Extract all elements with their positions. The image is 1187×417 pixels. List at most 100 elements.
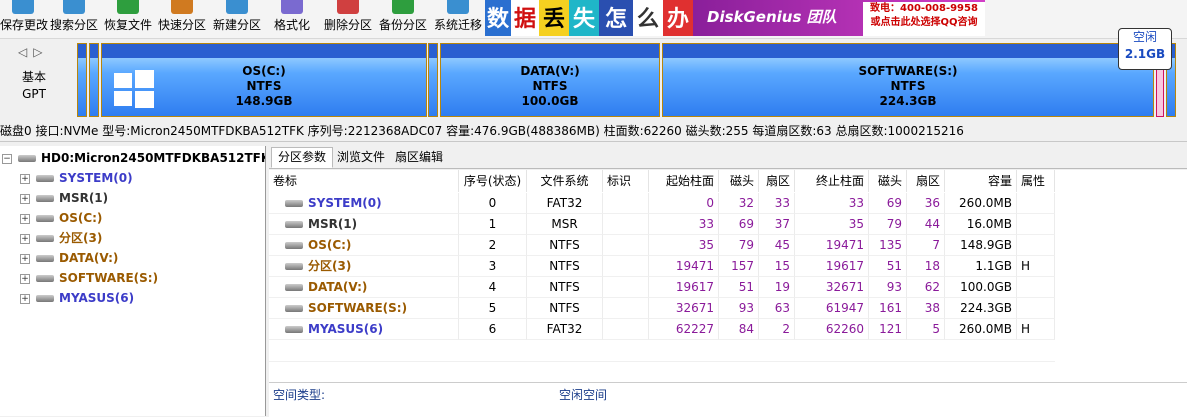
tab-sector-editor[interactable]: 扇区编辑 (389, 148, 449, 167)
partition-label-cell: DATA(V:) (269, 277, 459, 298)
table-row[interactable]: OS(C:) 2 NTFS 35 79 45 19471 135 7 148.9GB (269, 235, 1055, 256)
ad-banner[interactable]: 数据丢失怎么办 DiskGenius 团队 致电：400-008-9958 或点… (485, 0, 985, 36)
partition-block-recovery[interactable] (428, 43, 438, 117)
expand-icon[interactable]: + (20, 213, 30, 224)
column-header[interactable]: 卷标 (269, 170, 459, 192)
column-header[interactable]: 标识 (603, 170, 649, 192)
migrate-icon (447, 0, 469, 14)
expand-icon[interactable]: + (20, 193, 30, 204)
space-info-panel: 空间类型: 空闲空间 (269, 382, 1187, 417)
table-cell: 19 (759, 277, 795, 298)
tree-item-partition[interactable]: + 分区(3) (20, 228, 102, 248)
column-header[interactable]: 属性 (1017, 170, 1055, 192)
collapse-icon[interactable]: − (2, 153, 12, 164)
tree-root-disk[interactable]: − HD0:Micron2450MTFDKBA512TFK(477GB) (2, 148, 265, 168)
next-disk-icon[interactable]: ▷ (33, 45, 48, 59)
expand-icon[interactable]: + (20, 273, 30, 284)
table-cell (1017, 277, 1055, 298)
table-cell: 79 (719, 235, 759, 256)
column-header[interactable]: 磁头 (869, 170, 907, 192)
banner-qq[interactable]: 或点击此处选择QQ咨询 (863, 16, 985, 30)
partition-icon (36, 275, 54, 282)
expand-icon[interactable]: + (20, 293, 30, 304)
tree-item-partition[interactable]: + SYSTEM(0) (20, 168, 133, 188)
table-cell: 2 (759, 319, 795, 340)
tree-item-label: DATA(V:) (59, 251, 119, 265)
table-cell: 0 (649, 193, 719, 214)
column-header[interactable]: 起始柱面 (649, 170, 719, 192)
table-row[interactable]: MSR(1) 1 MSR 33 69 37 35 79 44 16.0MB (269, 214, 1055, 235)
table-row[interactable]: SYSTEM(0) 0 FAT32 0 32 33 33 69 36 260.0MB (269, 193, 1055, 214)
expand-icon[interactable]: + (20, 253, 30, 264)
tree-item-partition[interactable]: + MYASUS(6) (20, 288, 134, 308)
table-cell: 93 (869, 277, 907, 298)
tree-item-partition[interactable]: + SOFTWARE(S:) (20, 268, 158, 288)
table-cell: 36 (907, 193, 945, 214)
tree-item-partition[interactable]: + OS(C:) (20, 208, 102, 228)
column-header[interactable]: 文件系统 (527, 170, 603, 192)
table-cell: 45 (759, 235, 795, 256)
tooltip-title: 空闲 (1132, 30, 1157, 44)
column-header[interactable]: 磁头 (719, 170, 759, 192)
table-cell: 161 (869, 298, 907, 319)
partition-size: 224.3GB (879, 94, 937, 108)
toolbar-button-search[interactable]: 搜索分区 (48, 0, 100, 38)
table-cell: 33 (759, 193, 795, 214)
table-cell: 5 (459, 298, 527, 319)
tab-partition-params[interactable]: 分区参数 (271, 147, 334, 168)
empty-row (269, 340, 1055, 362)
table-cell: 62227 (649, 319, 719, 340)
partition-block-system[interactable] (77, 43, 87, 117)
tree-item-partition[interactable]: + MSR(1) (20, 188, 108, 208)
toolbar-button-new-partition[interactable]: 新建分区 (210, 0, 264, 38)
toolbar-button-restore[interactable]: 恢复文件 (102, 0, 154, 38)
table-cell: 19471 (795, 235, 869, 256)
partition-block-os[interactable]: OS(C:) NTFS 148.9GB (101, 43, 427, 117)
banner-char: 据 (511, 0, 539, 36)
toolbar-button-backup[interactable]: 备份分区 (376, 0, 430, 38)
banner-contact[interactable]: 致电：400-008-9958 或点击此处选择QQ咨询 (863, 2, 985, 36)
toolbar-button-save[interactable]: 保存更改 (0, 0, 48, 38)
toolbar-button-format[interactable]: 格式化 (266, 0, 318, 38)
hard-disk-icon (18, 155, 36, 162)
table-cell: 2 (459, 235, 527, 256)
table-cell: 1.1GB (945, 256, 1017, 277)
search-icon (63, 0, 85, 14)
table-cell (603, 193, 649, 214)
table-cell (1017, 214, 1055, 235)
disk-info-line: 磁盘0 接口:NVMe 型号:Micron2450MTFDKBA512TFK 序… (0, 121, 1187, 142)
toolbar-button-migrate[interactable]: 系统迁移 (432, 0, 484, 38)
column-header[interactable]: 终止柱面 (795, 170, 869, 192)
tab-browse-files[interactable]: 浏览文件 (331, 148, 391, 167)
tree-root-label: HD0:Micron2450MTFDKBA512TFK(477GB) (41, 151, 265, 165)
partition-block-software[interactable]: SOFTWARE(S:) NTFS 224.3GB (662, 43, 1154, 117)
table-cell: 0 (459, 193, 527, 214)
partition-block-data[interactable]: DATA(V:) NTFS 100.0GB (440, 43, 660, 117)
table-cell: 135 (869, 235, 907, 256)
table-row[interactable]: MYASUS(6) 6 FAT32 62227 84 2 62260 121 5 260.0MB H (269, 319, 1055, 340)
tree-item-partition[interactable]: + DATA(V:) (20, 248, 118, 268)
column-header[interactable]: 扇区 (907, 170, 945, 192)
expand-icon[interactable]: + (20, 173, 30, 184)
partition-name: SOFTWARE(S:) (858, 64, 958, 78)
partition-label-cell: SYSTEM(0) (269, 193, 459, 214)
table-row[interactable]: SOFTWARE(S:) 5 NTFS 32671 93 63 61947 161 38 224.… (269, 298, 1055, 319)
table-cell: 3 (459, 256, 527, 277)
toolbar-button-label: 格式化 (273, 18, 310, 32)
table-row[interactable]: 分区(3) 3 NTFS 19471 157 15 19617 51 18 1.1GB H (269, 256, 1055, 277)
table-cell: 157 (719, 256, 759, 277)
partition-block-msr[interactable] (89, 43, 99, 117)
toolbar-button-quick-partition[interactable]: 快速分区 (156, 0, 208, 38)
column-header[interactable]: 扇区 (759, 170, 795, 192)
prev-disk-icon[interactable]: ◁ (18, 45, 33, 59)
partition-icon (36, 255, 54, 262)
format-icon (281, 0, 303, 14)
column-header[interactable]: 容量 (945, 170, 1017, 192)
expand-icon[interactable]: + (20, 233, 30, 244)
table-cell: NTFS (527, 235, 603, 256)
column-header[interactable]: 序号(状态) (459, 170, 527, 192)
toolbar-button-delete[interactable]: 删除分区 (322, 0, 374, 38)
table-row[interactable]: DATA(V:) 4 NTFS 19617 51 19 32671 93 62 100.0GB (269, 277, 1055, 298)
backup-icon (392, 0, 414, 14)
disk-nav-arrows[interactable]: ◁▷ (18, 45, 48, 59)
